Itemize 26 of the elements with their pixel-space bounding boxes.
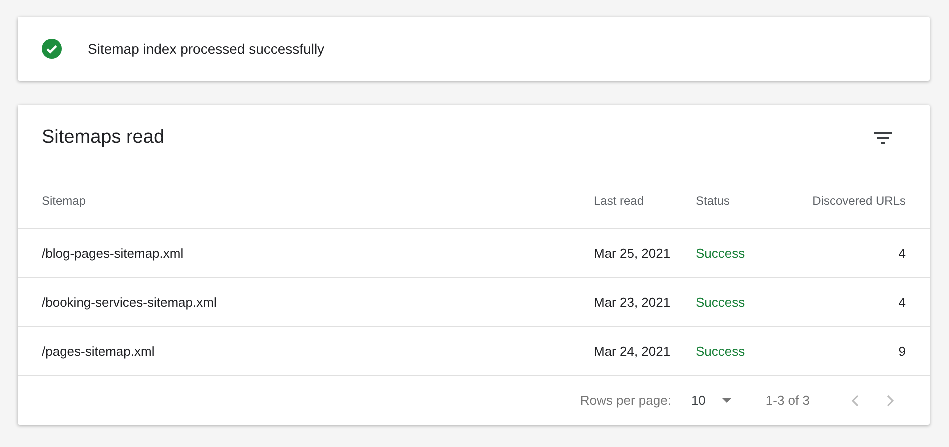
chevron-left-icon — [851, 394, 859, 406]
date-cell-text: Mar 24, 2021 — [594, 344, 672, 358]
sitemap-cell-text: /booking-services-sitemap.xml — [42, 294, 218, 310]
status-cell-text: Success — [696, 344, 746, 358]
sitemap-cell-text: /pages-sitemap.xml — [42, 344, 156, 358]
column-header: Discovered URLs — [812, 194, 906, 208]
check-circle-icon — [42, 39, 62, 59]
page-range: 1-3 of 3 — [766, 393, 810, 408]
dropdown-caret-icon — [722, 398, 732, 403]
filter-icon — [874, 132, 892, 144]
url-count-cell-text: 4 — [898, 246, 906, 260]
status-cell-text: Success — [696, 294, 746, 310]
column-header: Status — [696, 194, 732, 208]
date-cell-text: Mar 25, 2021 — [594, 246, 672, 260]
date-cell-text: Mar 23, 2021 — [594, 294, 672, 310]
url-count-cell-text: 9 — [898, 344, 906, 358]
url-count-cell-text: 4 — [898, 294, 906, 310]
rows-per-page-select[interactable]: 10 — [691, 393, 732, 408]
rows-per-page-label: Rows per page: — [580, 393, 672, 408]
sitemap-cell-text: /blog-pages-sitemap.xml — [42, 246, 185, 260]
chevron-right-icon — [887, 394, 895, 406]
banner-message: Sitemap index processed successfully — [88, 41, 325, 57]
status-cell-text: Success — [696, 246, 746, 260]
column-header: Last read — [594, 194, 646, 208]
card-title: Sitemaps read — [42, 127, 165, 149]
column-header: Sitemap — [42, 194, 88, 208]
